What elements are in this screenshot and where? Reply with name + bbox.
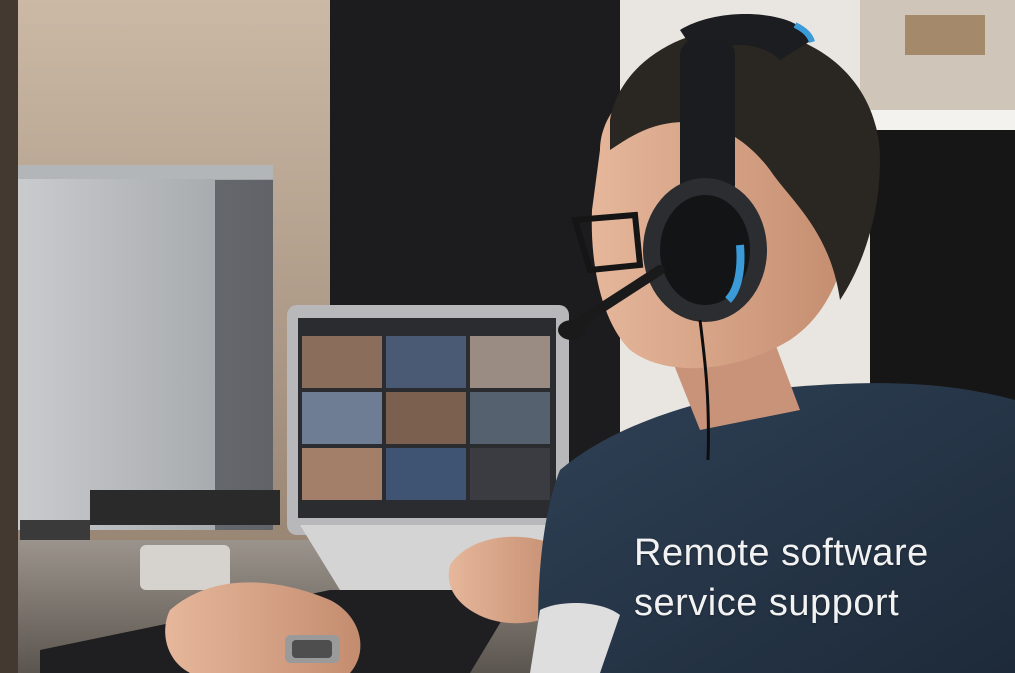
- laptop-video-call-grid: [302, 336, 550, 500]
- caption-line-1: Remote software: [634, 532, 929, 574]
- photo-caption: Remote software service support: [634, 528, 1004, 628]
- caption-line-2: service support: [634, 582, 900, 624]
- photo-frame: Remote software service support: [0, 0, 1015, 673]
